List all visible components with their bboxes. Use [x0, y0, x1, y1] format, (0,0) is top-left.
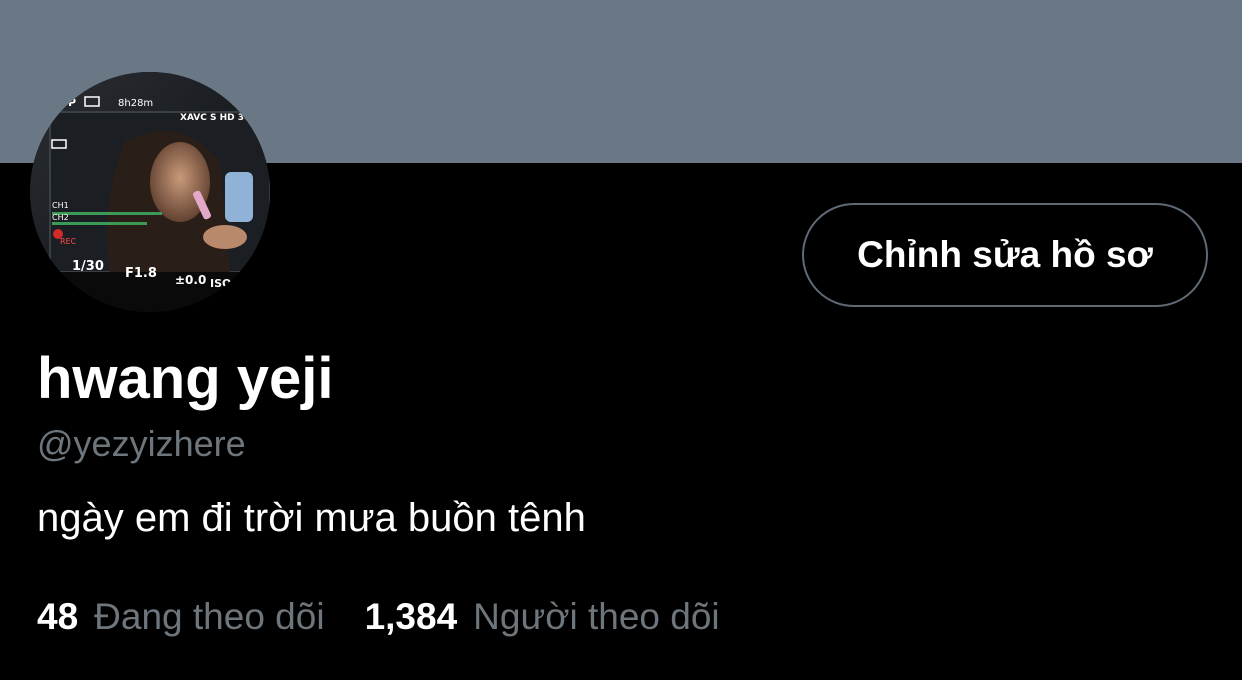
followers-count: 1,384	[364, 596, 458, 637]
edit-profile-button[interactable]: Chỉnh sửa hồ sơ	[802, 203, 1208, 307]
svg-text:CH2: CH2	[52, 213, 69, 222]
svg-text:ISO: ISO	[210, 277, 231, 290]
svg-text:8h28m: 8h28m	[118, 98, 153, 109]
following-label: Đang theo dõi	[94, 596, 325, 637]
follow-stats: 48 Đang theo dõi 1,384 Người theo dõi	[37, 592, 720, 642]
following-link[interactable]: 48 Đang theo dõi	[37, 592, 325, 642]
svg-text:±0.0: ±0.0	[175, 273, 206, 287]
profile-bio: ngày em đi trời mưa buồn tênh	[37, 496, 586, 540]
svg-text:CH1: CH1	[52, 201, 69, 210]
profile-page: P 8h28m XAVC S HD 30p CH1 CH2 REC 1/30 F…	[0, 0, 1242, 680]
svg-text:1/30: 1/30	[72, 259, 104, 274]
followers-link[interactable]: 1,384 Người theo dõi	[365, 592, 720, 642]
display-name: hwang yeji	[37, 346, 334, 411]
followers-label: Người theo dõi	[473, 596, 720, 637]
avatar[interactable]: P 8h28m XAVC S HD 30p CH1 CH2 REC 1/30 F…	[30, 72, 270, 312]
svg-text:REC: REC	[60, 237, 77, 246]
avatar-photo: P 8h28m XAVC S HD 30p CH1 CH2 REC 1/30 F…	[30, 72, 270, 312]
username-handle: @yezyizhere	[37, 423, 246, 464]
following-count: 48	[37, 596, 79, 637]
svg-text:F1.8: F1.8	[125, 266, 157, 281]
